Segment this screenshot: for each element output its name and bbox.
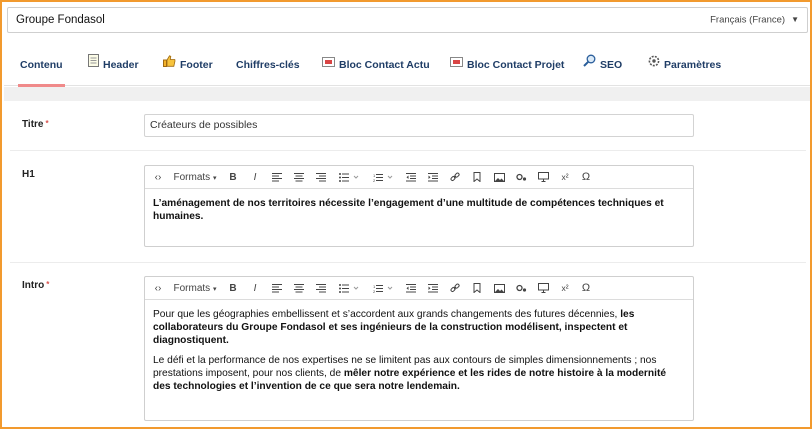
required-marker: *	[45, 119, 49, 128]
svg-text:2: 2	[373, 178, 376, 182]
tab-parametres[interactable]: Paramètres	[648, 42, 721, 86]
align-left-icon[interactable]	[271, 277, 283, 300]
bold-button[interactable]: B	[227, 166, 239, 189]
h1-rich-text-editor[interactable]: ‹› Formats ▾ B I 12 x² Ω L’aménagement d…	[144, 165, 694, 247]
h1-label: H1	[22, 169, 35, 180]
tab-label: SEO	[600, 59, 623, 71]
editor-toolbar: ‹› Formats ▾ B I 12 x² Ω	[145, 166, 693, 189]
tab-label: Header	[103, 59, 139, 71]
intro-editor-content[interactable]: Pour que les géographies embellissent et…	[145, 300, 693, 408]
superscript-button[interactable]: x²	[558, 166, 572, 189]
link-icon[interactable]	[449, 166, 461, 189]
bullet-list-icon[interactable]	[337, 166, 361, 189]
language-select[interactable]: Français (France) ▼	[710, 8, 799, 32]
tab-label: Chiffres-clés	[236, 59, 300, 71]
language-select-value: Français (France)	[710, 14, 786, 26]
link-icon[interactable]	[449, 277, 461, 300]
anchor-bookmark-icon[interactable]	[471, 166, 483, 189]
gear-icon	[648, 41, 660, 87]
outdent-icon[interactable]	[405, 277, 417, 300]
numbered-list-icon[interactable]: 12	[371, 166, 395, 189]
tab-content-separator	[4, 87, 810, 101]
intro-paragraph-2: Le défi et la performance de nos experti…	[153, 355, 666, 392]
formats-dropdown[interactable]: Formats ▾	[171, 166, 219, 189]
image-icon[interactable]	[493, 166, 505, 189]
titre-input[interactable]: Créateurs de possibles	[144, 114, 694, 137]
h1-text: L’aménagement de nos territoires nécessi…	[153, 198, 664, 222]
titre-label: Titre *	[22, 119, 49, 130]
media-settings-icon[interactable]	[515, 166, 527, 189]
source-code-button[interactable]: ‹›	[151, 277, 165, 300]
italic-button[interactable]: I	[249, 166, 261, 189]
tab-label: Footer	[180, 59, 213, 71]
special-character-button[interactable]: Ω	[579, 166, 593, 189]
tab-footer[interactable]: Footer	[163, 42, 213, 86]
bold-button[interactable]: B	[227, 277, 239, 300]
tab-contenu[interactable]: Contenu	[18, 42, 65, 87]
align-center-icon[interactable]	[293, 166, 305, 189]
editor-toolbar: ‹› Formats ▾ B I 12 x² Ω	[145, 277, 693, 300]
align-center-icon[interactable]	[293, 277, 305, 300]
tab-label: Paramètres	[664, 59, 722, 71]
align-right-icon[interactable]	[315, 277, 327, 300]
align-right-icon[interactable]	[315, 166, 327, 189]
intro-rich-text-editor[interactable]: ‹› Formats ▾ B I 12 x² Ω Pour que les gé…	[144, 276, 694, 421]
row-divider	[10, 262, 806, 263]
preview-monitor-icon[interactable]	[537, 166, 549, 189]
chevron-down-icon: ▼	[791, 15, 799, 24]
document-icon	[88, 41, 99, 87]
required-marker: *	[46, 280, 50, 289]
tab-label: Bloc Contact Projet	[467, 59, 565, 71]
tab-bloc-contact-projet[interactable]: Bloc Contact Projet	[450, 42, 564, 86]
italic-button[interactable]: I	[249, 277, 261, 300]
editor-frame: Groupe Fondasol Français (France) ▼ Conte…	[0, 0, 812, 429]
magnifier-icon	[583, 41, 596, 87]
envelope-icon	[322, 41, 335, 87]
thumbs-up-icon	[163, 41, 176, 87]
page-name-input[interactable]: Groupe Fondasol	[16, 8, 105, 32]
intro-paragraph-1: Pour que les géographies embellissent et…	[153, 309, 635, 346]
tab-header[interactable]: Header	[88, 42, 139, 86]
image-icon[interactable]	[493, 277, 505, 300]
tab-bar: Contenu Header Footer Chiffres-clés Bloc…	[4, 42, 810, 87]
preview-monitor-icon[interactable]	[537, 277, 549, 300]
anchor-bookmark-icon[interactable]	[471, 277, 483, 300]
special-character-button[interactable]: Ω	[579, 277, 593, 300]
tab-chiffres-cles[interactable]: Chiffres-clés	[236, 42, 300, 86]
h1-editor-content[interactable]: L’aménagement de nos territoires nécessi…	[145, 189, 693, 238]
outdent-icon[interactable]	[405, 166, 417, 189]
media-settings-icon[interactable]	[515, 277, 527, 300]
tab-seo[interactable]: SEO	[583, 42, 622, 86]
source-code-button[interactable]: ‹›	[151, 166, 165, 189]
envelope-icon	[450, 41, 463, 87]
numbered-list-icon[interactable]: 12	[371, 277, 395, 300]
align-left-icon[interactable]	[271, 166, 283, 189]
bullet-list-icon[interactable]	[337, 277, 361, 300]
superscript-button[interactable]: x²	[558, 277, 572, 300]
intro-label: Intro *	[22, 280, 50, 291]
row-divider	[10, 150, 806, 151]
svg-text:2: 2	[373, 289, 376, 293]
indent-icon[interactable]	[427, 277, 439, 300]
tab-label: Contenu	[20, 59, 63, 71]
tab-bloc-contact-actu[interactable]: Bloc Contact Actu	[322, 42, 430, 86]
tab-label: Bloc Contact Actu	[339, 59, 430, 71]
page-name-field[interactable]: Groupe Fondasol Français (France) ▼	[7, 7, 808, 33]
indent-icon[interactable]	[427, 166, 439, 189]
formats-dropdown[interactable]: Formats ▾	[171, 277, 219, 300]
